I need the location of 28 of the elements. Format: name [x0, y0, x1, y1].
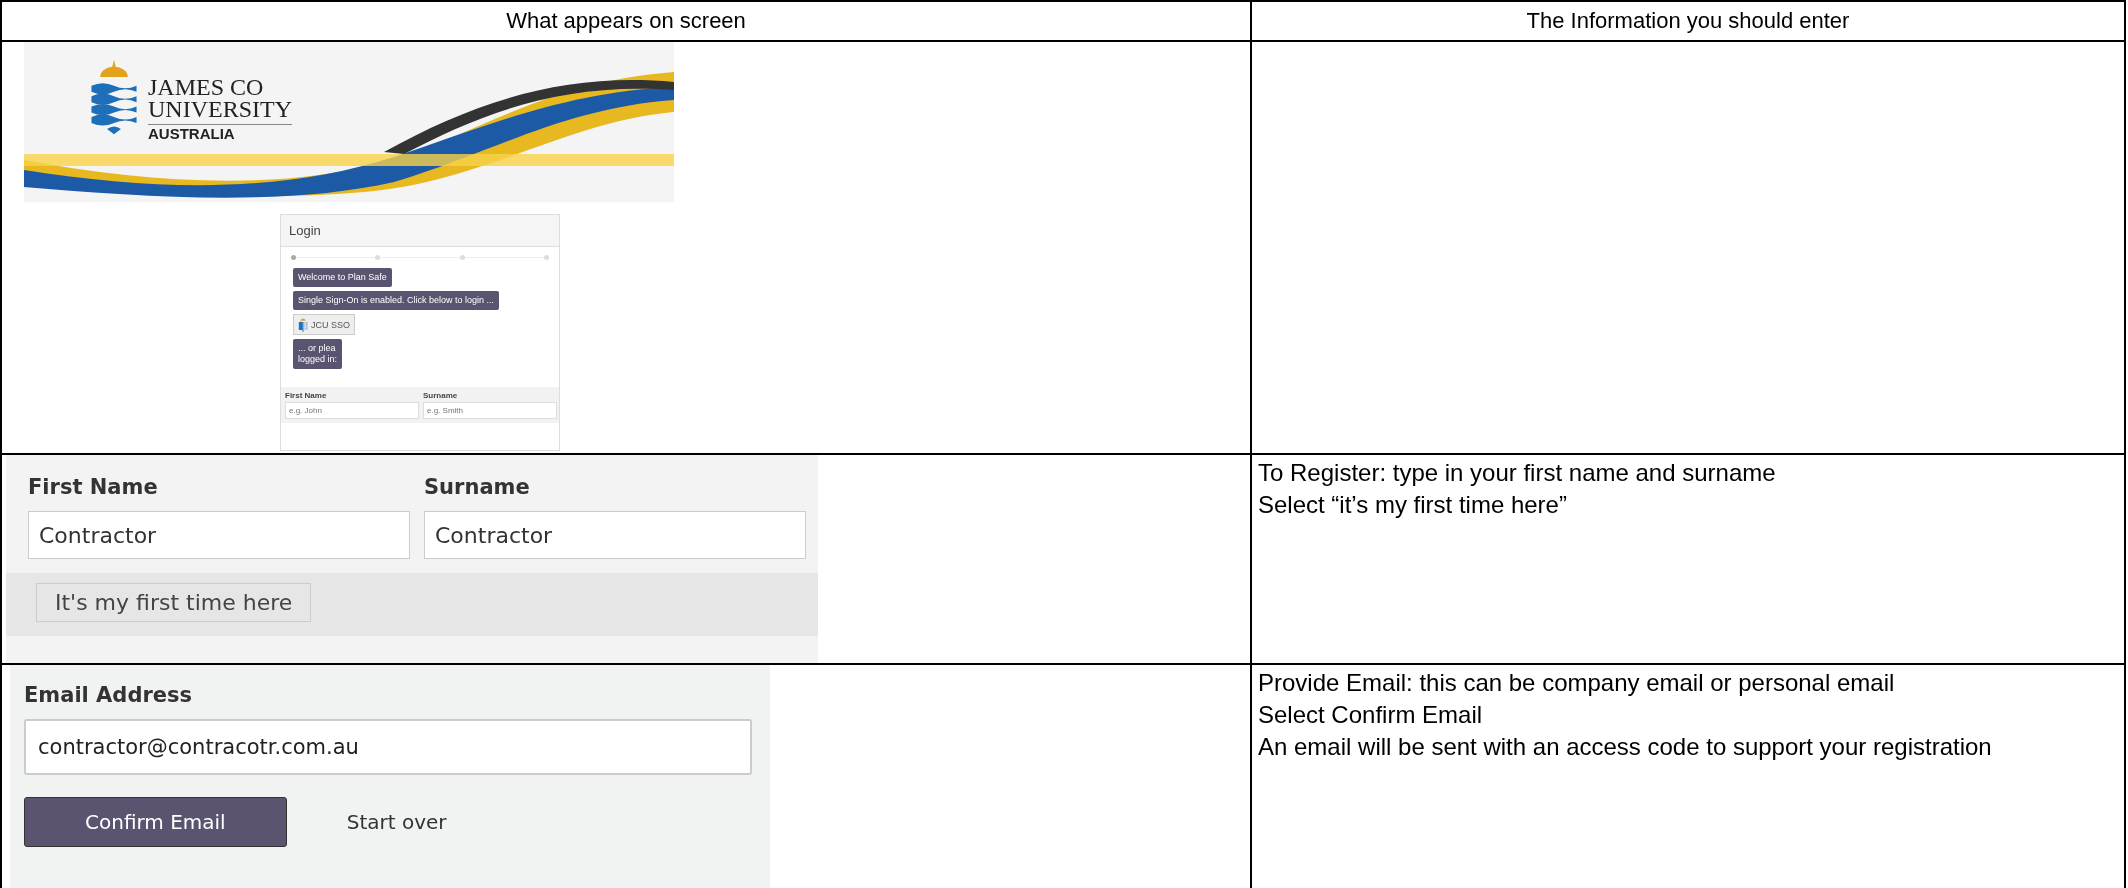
input-field[interactable]: Contractor — [28, 511, 410, 559]
input-field[interactable]: contractor@contracotr.com.au — [24, 719, 752, 775]
column-header: The Information you should enter — [1526, 8, 1850, 33]
input-field[interactable]: e.g. Smith — [423, 402, 557, 419]
confirm-email-button[interactable]: Confirm Email — [24, 797, 287, 847]
logo-text: UNIVERSITY — [148, 98, 292, 120]
field-label: First Name — [285, 391, 328, 400]
message-bubble: Single Sign-On is enabled. Click below to login ... — [293, 291, 500, 310]
field-label: Surname — [423, 391, 459, 400]
instruction-text: Provide Email: this can be company email or personal email — [1257, 668, 1896, 698]
logo-text: AUSTRALIA — [148, 124, 292, 142]
message-bubble: Welcome to Plan Safe — [293, 268, 392, 287]
message-bubble: ... or plea logged in: — [293, 339, 343, 369]
instruction-text: An email will be sent with an access code to support your registration — [1257, 732, 1993, 762]
first-time-button[interactable]: It's my first time here — [36, 583, 312, 622]
instruction-text: To Register: type in your first name and surname — [1257, 458, 1777, 488]
logo-text: JAMES CO — [148, 76, 265, 98]
field-label: First Name — [28, 475, 159, 499]
input-field[interactable]: e.g. John — [285, 402, 419, 419]
input-field[interactable]: Contractor — [424, 511, 806, 559]
column-header: What appears on screen — [506, 8, 746, 33]
card-title: Login — [281, 215, 559, 247]
instruction-text: Select “it’s my first time here” — [1257, 490, 1568, 520]
sso-button[interactable]: JCU SSO — [293, 314, 355, 335]
field-label: Surname — [424, 475, 531, 499]
instruction-text: Select Confirm Email — [1257, 700, 1484, 730]
field-label: Email Address — [24, 683, 194, 707]
start-over-link[interactable]: Start over — [346, 810, 447, 834]
